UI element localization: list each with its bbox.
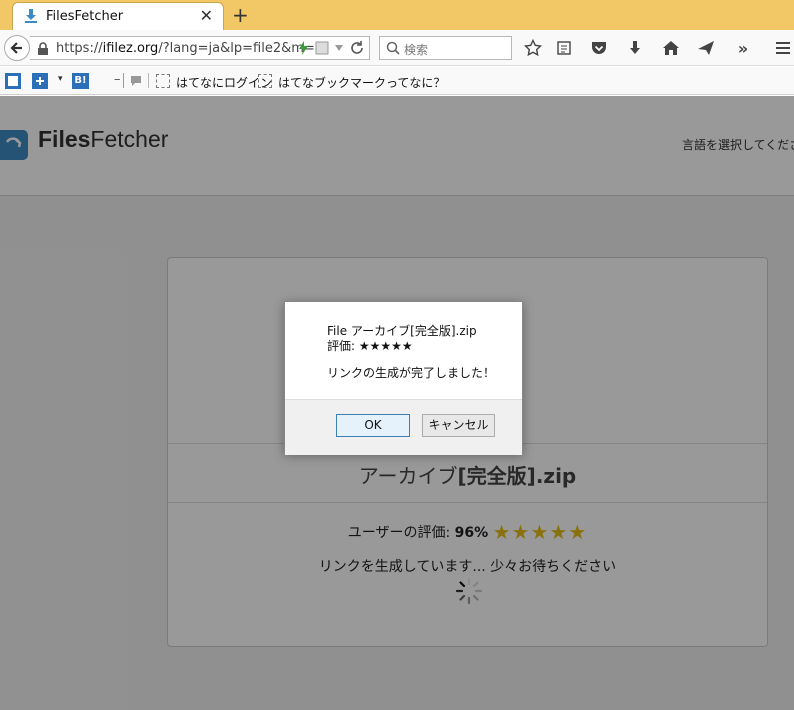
bookmark-placeholder-icon — [156, 74, 170, 88]
dialog-message: リンクの生成が完了しました！ — [327, 366, 496, 380]
bookmark-hatena-about[interactable]: はてなブックマークってなに？ — [278, 74, 445, 91]
tab-strip: FilesFetcher ✕ + — [0, 0, 794, 30]
url-bar[interactable]: https://ifilez.org/?lang=ja&lp=file2&m= — [30, 36, 370, 60]
menu-icon[interactable] — [773, 38, 793, 58]
home-icon[interactable] — [661, 38, 681, 58]
nav-bar: https://ifilez.org/?lang=ja&lp=file2&m= … — [0, 30, 794, 66]
search-placeholder: 検索 — [404, 43, 429, 57]
overflow-chevron-icon[interactable]: » — [733, 38, 753, 58]
page-scrollbar[interactable] — [788, 96, 794, 710]
url-bar-icons — [297, 40, 365, 56]
new-tab-icon[interactable]: + — [232, 3, 249, 27]
hatena-add-icon[interactable] — [32, 73, 48, 89]
alert-dialog: File アーカイブ[完全版].zip 評価: ★★★★★ リンクの生成が完了し… — [284, 301, 523, 455]
search-bar[interactable]: 検索 — [379, 36, 512, 60]
dropdown-arrow-icon[interactable]: ▾ — [58, 74, 63, 84]
lock-icon — [38, 42, 48, 55]
download-icon — [25, 9, 37, 23]
dropdown-arrow-icon[interactable] — [333, 42, 345, 54]
hatena-counter-icon[interactable] — [5, 73, 21, 89]
bookmarks-divider — [123, 73, 124, 88]
send-icon[interactable] — [696, 38, 716, 58]
pocket-icon[interactable] — [589, 38, 609, 58]
dialog-footer: OK キャンセル — [285, 399, 522, 455]
comment-icon[interactable] — [130, 75, 142, 87]
dialog-rating-line: 評価: ★★★★★ — [327, 339, 413, 353]
search-icon — [386, 41, 400, 55]
toolbar-dash-icon: – — [114, 72, 121, 87]
bookmarks-bar: ▾ B! – はてなにログイン はてなブックマークってなに？ — [0, 67, 794, 95]
tab-filesfetcher[interactable]: FilesFetcher ✕ — [12, 2, 224, 30]
downloads-icon[interactable] — [625, 38, 645, 58]
tab-close-icon[interactable]: ✕ — [200, 6, 213, 25]
page-reader-icon[interactable] — [315, 41, 329, 55]
url-text: https://ifilez.org/?lang=ja&lp=file2&m= — [56, 41, 315, 56]
extension-leaf-icon[interactable] — [297, 40, 311, 56]
back-arrow-icon — [10, 42, 22, 54]
cancel-button[interactable]: キャンセル — [422, 414, 495, 437]
bookmarks-divider — [148, 73, 149, 88]
hatena-bookmark-button[interactable]: B! — [72, 73, 89, 89]
bookmark-placeholder-icon — [258, 74, 272, 88]
tab-title: FilesFetcher — [46, 9, 124, 24]
reload-icon[interactable] — [349, 40, 365, 56]
back-button[interactable] — [4, 35, 30, 61]
ok-button[interactable]: OK — [336, 414, 410, 437]
reading-list-icon[interactable] — [554, 38, 574, 58]
bookmark-star-icon[interactable] — [523, 38, 543, 58]
